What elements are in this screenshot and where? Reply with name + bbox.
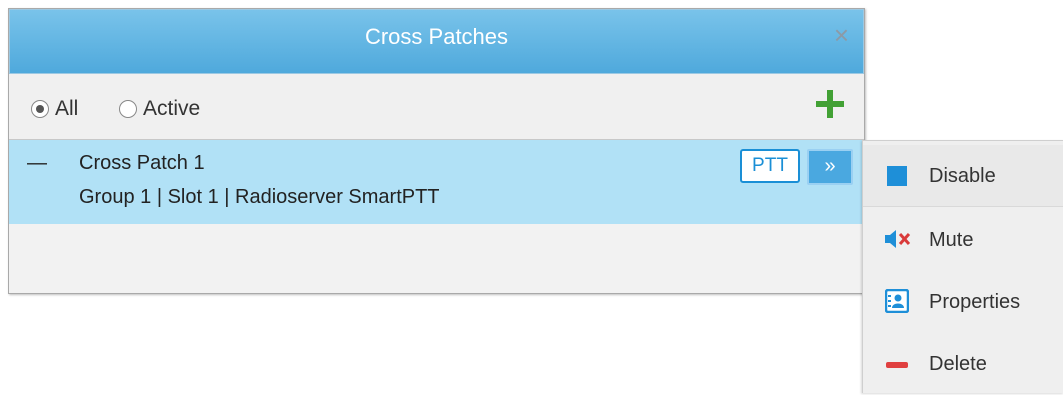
- cross-patches-window: Cross Patches × All Active — Cross Patch…: [8, 8, 865, 294]
- close-icon[interactable]: ×: [834, 22, 849, 48]
- window-title: Cross Patches: [364, 24, 509, 49]
- context-menu: Disable Mute Properties Delete: [862, 140, 1063, 393]
- radio-active-label: Active: [143, 97, 201, 120]
- add-cross-patch-button[interactable]: [816, 90, 844, 118]
- cross-patch-name: Cross Patch 1: [79, 152, 205, 174]
- more-actions-button[interactable]: »: [807, 149, 853, 185]
- radio-all[interactable]: All: [31, 97, 78, 121]
- menu-item-properties[interactable]: Properties: [863, 271, 1063, 333]
- stop-square-icon: [887, 166, 907, 186]
- menu-item-label: Delete: [929, 352, 987, 375]
- menu-item-disable[interactable]: Disable: [863, 145, 1063, 207]
- menu-item-label: Properties: [929, 290, 1021, 313]
- list-item[interactable]: — Cross Patch 1 Group 1 | Slot 1 | Radio…: [9, 140, 864, 224]
- speaker-mute-icon: [885, 227, 911, 251]
- menu-item-mute[interactable]: Mute: [863, 209, 1063, 271]
- minus-icon: [886, 362, 908, 368]
- filter-bar: All Active: [9, 74, 864, 140]
- menu-item-label: Disable: [929, 164, 996, 187]
- cross-patch-list: — Cross Patch 1 Group 1 | Slot 1 | Radio…: [9, 140, 864, 293]
- cross-patch-details: Group 1 | Slot 1 | Radioserver SmartPTT: [79, 186, 440, 208]
- menu-separator: [863, 206, 1063, 207]
- menu-item-label: Mute: [929, 228, 974, 251]
- menu-item-delete[interactable]: Delete: [863, 333, 1063, 395]
- ptt-button[interactable]: PTT: [740, 149, 800, 183]
- radio-all-label: All: [55, 97, 79, 120]
- radio-active[interactable]: Active: [119, 97, 200, 121]
- radio-all-indicator[interactable]: [31, 100, 49, 118]
- radio-active-indicator[interactable]: [119, 100, 137, 118]
- collapse-icon[interactable]: —: [27, 152, 47, 175]
- contact-card-icon: [884, 288, 910, 314]
- window-titlebar[interactable]: Cross Patches ×: [9, 9, 864, 74]
